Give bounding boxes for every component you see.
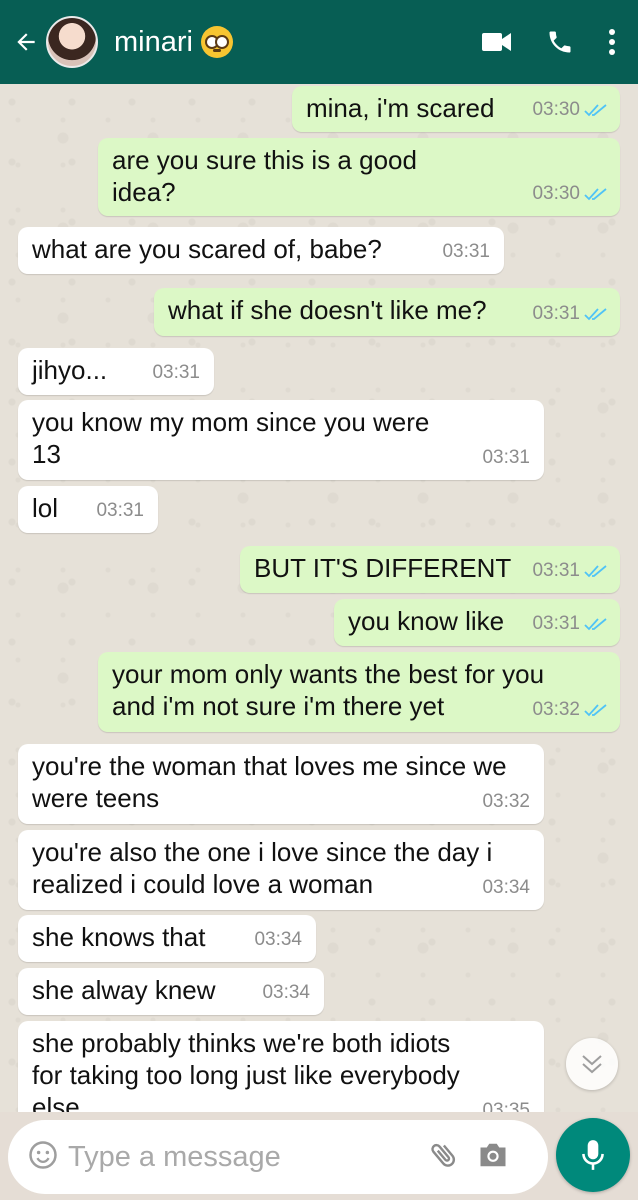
- message-text: you're also the one i love since the day…: [32, 837, 493, 899]
- message-time: 03:34: [254, 929, 302, 950]
- message-time: 03:31: [532, 560, 580, 581]
- more-vertical-icon: [609, 29, 615, 55]
- message-bubble-incoming[interactable]: she knows that 03:34: [18, 915, 316, 962]
- message-time: 03:31: [482, 447, 530, 468]
- message-bubble-outgoing[interactable]: your mom only wants the best for you and…: [98, 652, 620, 732]
- message-bubble-incoming[interactable]: she alway knew 03:34: [18, 968, 324, 1015]
- message-time: 03:31: [532, 303, 580, 324]
- voice-record-button[interactable]: [556, 1118, 630, 1192]
- scroll-to-bottom-button[interactable]: [566, 1038, 618, 1090]
- message-composer: [8, 1120, 548, 1194]
- message-bubble-outgoing[interactable]: BUT IT'S DIFFERENT 03:31: [240, 546, 620, 593]
- microphone-icon: [582, 1140, 604, 1170]
- message-time: 03:34: [262, 982, 310, 1003]
- double-check-read-icon: [584, 188, 607, 201]
- message-time: 03:35: [482, 1100, 530, 1112]
- message-text: what are you scared of, babe?: [32, 234, 382, 264]
- message-bubble-incoming[interactable]: what are you scared of, babe? 03:31: [18, 227, 504, 274]
- attach-button[interactable]: [428, 1139, 460, 1176]
- video-call-button[interactable]: [482, 31, 512, 53]
- double-check-read-icon: [584, 565, 607, 578]
- message-time: 03:30: [532, 183, 580, 204]
- message-time: 03:32: [482, 791, 530, 812]
- message-bubble-incoming[interactable]: lol 03:31: [18, 486, 158, 533]
- message-list[interactable]: mina, i'm scared 03:30 are you sure this…: [0, 84, 638, 1112]
- voice-call-button[interactable]: [546, 28, 574, 56]
- back-button[interactable]: [6, 0, 46, 84]
- message-bubble-outgoing[interactable]: what if she doesn't like me? 03:31: [154, 288, 620, 336]
- paperclip-icon: [431, 1143, 456, 1167]
- message-bubble-incoming[interactable]: you know my mom since you were 13 03:31: [18, 400, 544, 480]
- double-check-read-icon: [584, 704, 607, 717]
- message-text: you're the woman that loves me since we …: [32, 751, 507, 813]
- message-time: 03:31: [152, 362, 200, 383]
- message-time: 03:31: [96, 500, 144, 521]
- chevron-double-down-icon: [582, 1055, 602, 1074]
- message-bubble-incoming[interactable]: you're also the one i love since the day…: [18, 830, 544, 910]
- message-bubble-incoming[interactable]: you're the woman that loves me since we …: [18, 744, 544, 824]
- message-time: 03:34: [482, 877, 530, 898]
- message-time: 03:31: [532, 613, 580, 634]
- back-arrow-icon: [17, 33, 35, 51]
- message-bubble-outgoing[interactable]: are you sure this is a good idea? 03:30: [98, 138, 620, 216]
- double-check-read-icon: [584, 618, 607, 631]
- double-check-read-icon: [584, 308, 607, 321]
- message-bubble-outgoing[interactable]: mina, i'm scared 03:30: [292, 86, 620, 132]
- camera-button[interactable]: [478, 1141, 508, 1174]
- chat-header: minari: [0, 0, 638, 84]
- phone-icon: [549, 31, 571, 53]
- flushed-face-emoji-icon: [200, 26, 233, 58]
- contact-avatar[interactable]: [46, 16, 98, 68]
- video-call-icon: [482, 33, 511, 51]
- message-bubble-incoming[interactable]: jihyo... 03:31: [18, 348, 214, 395]
- message-time: 03:31: [442, 241, 490, 262]
- emoji-button[interactable]: [28, 1140, 58, 1175]
- message-bubble-outgoing[interactable]: you know like 03:31: [334, 599, 620, 646]
- smiley-icon: [29, 1140, 57, 1169]
- more-options-button[interactable]: [608, 28, 616, 56]
- message-time: 03:30: [532, 99, 580, 120]
- message-text: she probably thinks we're both idiots fo…: [32, 1028, 460, 1112]
- contact-name: minari: [114, 25, 193, 58]
- message-bubble-incoming[interactable]: she probably thinks we're both idiots fo…: [18, 1021, 544, 1112]
- camera-icon: [480, 1143, 506, 1166]
- message-time: 03:32: [532, 699, 580, 720]
- message-input[interactable]: [68, 1140, 428, 1174]
- message-text: you know my mom since you were 13: [32, 407, 430, 469]
- double-check-read-icon: [584, 104, 607, 117]
- contact-title[interactable]: minari: [114, 26, 233, 59]
